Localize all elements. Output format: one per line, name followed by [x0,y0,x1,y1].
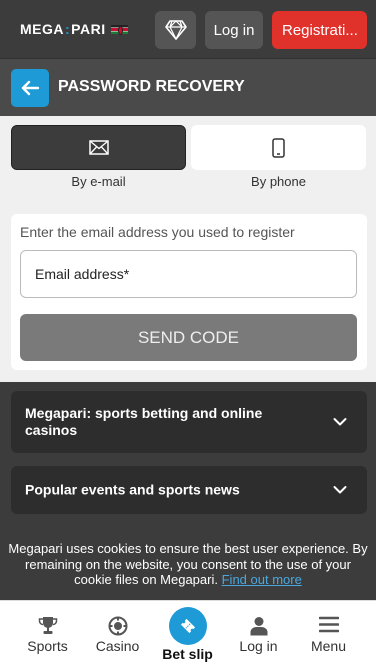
email-address-field[interactable]: Email address* [20,250,357,298]
chevron-down-icon [333,418,347,426]
nav-sports[interactable]: Sports [10,601,85,669]
tab-label-email[interactable]: By e-mail [11,174,186,189]
login-button[interactable]: Log in [205,11,263,49]
tab-label-phone[interactable]: By phone [191,174,366,189]
accordion-about-megapari[interactable]: Megapari: sports betting and online casi… [11,391,367,453]
registration-button[interactable]: Registrati... [272,11,367,49]
megapari-logo[interactable]: MEGA : PARI [20,21,128,37]
logo-text-right: PARI [71,21,106,37]
page-title-bar: PASSWORD RECOVERY [0,58,376,116]
logo-separator: : [65,21,71,37]
kenya-flag-icon [110,24,128,35]
nav-label-casino: Casino [95,638,140,654]
nav-menu[interactable]: Menu [291,601,366,669]
menu-icon [318,616,339,633]
send-code-button[interactable]: SEND CODE [20,314,357,361]
nav-casino[interactable]: Casino [80,601,155,669]
tab-by-email[interactable] [11,125,186,170]
logo-text-left: MEGA [20,21,64,37]
email-recovery-card: Enter the email address you used to regi… [11,214,367,370]
chevron-down-icon [333,486,347,494]
trophy-icon [38,617,57,634]
accordion-label: Megapari: sports betting and online casi… [25,405,263,438]
arrow-left-icon [21,80,39,96]
top-header: MEGA : PARI Log in Registrati... [0,0,376,58]
email-hint-text: Enter the email address you used to regi… [20,224,295,240]
nav-log-in[interactable]: Log in [221,601,296,669]
cookie-notice: Megapari uses cookies to ensure the best… [0,541,376,588]
accordion-label: Popular events and sports news [25,481,240,498]
tab-by-phone[interactable] [191,125,366,170]
envelope-icon [88,140,109,155]
cookie-text: Megapari uses cookies to ensure the best… [8,541,368,587]
page-title: PASSWORD RECOVERY [58,78,245,95]
accordion-popular-events[interactable]: Popular events and sports news [11,466,367,514]
nav-label-menu: Menu [310,638,347,654]
cookie-find-out-more-link[interactable]: Find out more [222,572,302,587]
ticket-icon [180,618,195,634]
casino-chip-icon [108,616,127,636]
nav-label-log-in: Log in [239,638,278,654]
nav-label-sports: Sports [27,638,68,654]
nav-bet-slip[interactable]: Bet slip [150,601,225,669]
nav-label-bet-slip: Bet slip [162,646,213,662]
bet-slip-circle [168,607,207,645]
recovery-form-area: By e-mail By phone Enter the email addre… [0,116,376,382]
email-field-placeholder: Email address* [35,266,130,282]
vip-diamond-button[interactable] [155,11,196,49]
diamond-icon [164,20,187,40]
back-button[interactable] [11,69,49,107]
phone-icon [272,137,285,158]
bottom-navigation: Sports Casino Bet slip Log in Menu [0,600,376,669]
user-icon [250,617,267,636]
